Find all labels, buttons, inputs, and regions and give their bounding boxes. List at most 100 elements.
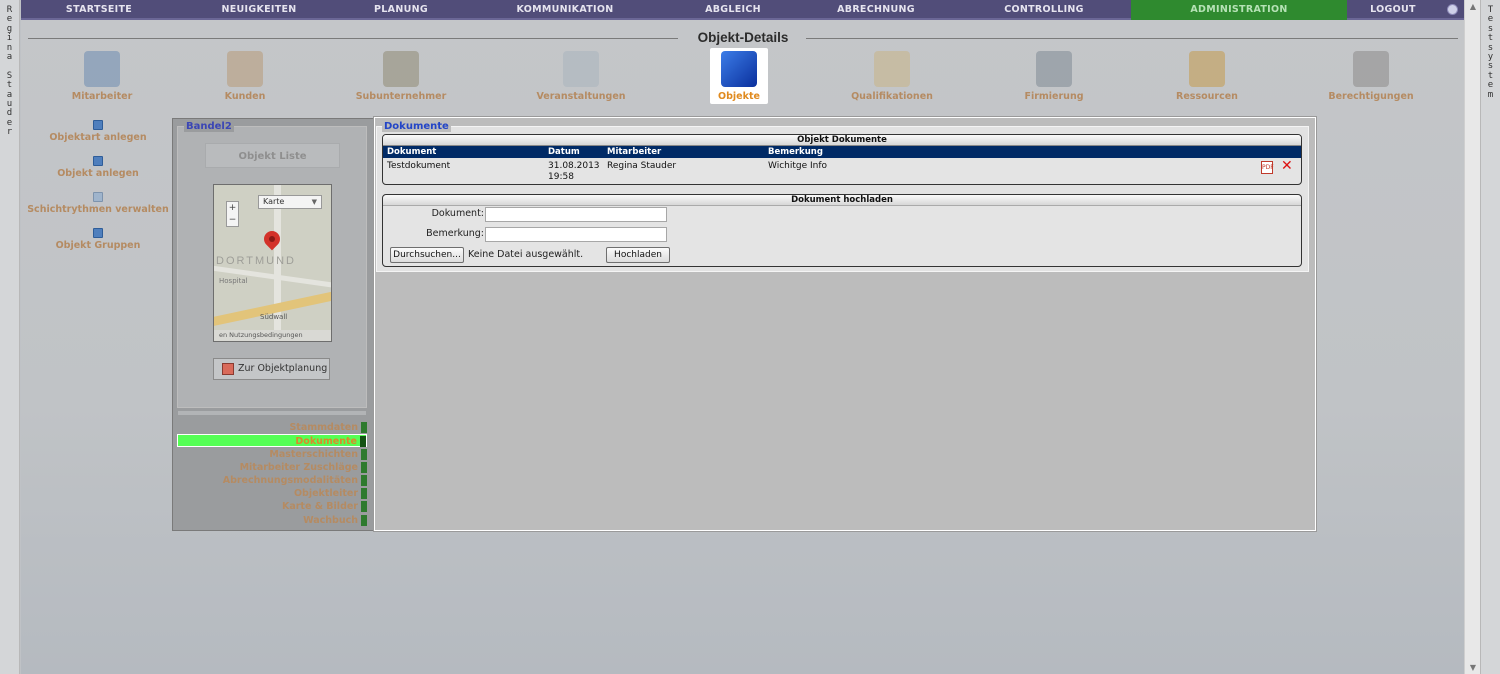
map-hospital-label: Hospital [219, 277, 248, 285]
zoom-in-icon[interactable]: + [227, 202, 238, 214]
title-divider-right [806, 38, 1458, 39]
cell-zeit: 19:58 [548, 172, 574, 182]
remark-field[interactable] [485, 227, 667, 242]
module-qualifikationen[interactable]: Qualifikationen [832, 48, 952, 104]
page-title: Objekt-Details [697, 30, 789, 45]
column-header[interactable]: Bemerkung [768, 146, 823, 158]
module-veranstaltungen[interactable]: Veranstaltungen [521, 48, 641, 104]
module-label: Berechtigungen [1328, 91, 1414, 102]
remark-label: Bemerkung: [426, 228, 484, 239]
menu-label: Objektart anlegen [49, 132, 147, 143]
module-objekte[interactable]: Objekte [710, 48, 768, 104]
tab-mitarbeiter-zuschlaege[interactable]: Mitarbeiter Zuschläge [177, 461, 367, 474]
browse-button[interactable]: Durchsuchen... [390, 247, 464, 263]
module-mitarbeiter[interactable]: Mitarbeiter [42, 48, 162, 104]
vertical-char: m [1487, 89, 1494, 100]
module-label: Qualifikationen [851, 91, 933, 102]
permissions-icon [1353, 51, 1389, 87]
cube-icon [93, 228, 103, 238]
vertical-char: a [6, 51, 13, 62]
boxes-icon [1189, 51, 1225, 87]
column-header[interactable]: Dokument [387, 146, 436, 158]
module-firmierung[interactable]: Firmierung [994, 48, 1114, 104]
tab-abrechnungsmodalitaeten[interactable]: Abrechnungsmodalitäten [177, 474, 367, 487]
panel-separator [177, 410, 367, 416]
object-list-button[interactable]: Objekt Liste [205, 143, 340, 168]
module-berechtigungen[interactable]: Berechtigungen [1311, 48, 1431, 104]
system-name-strip: Testsystem [1480, 0, 1500, 674]
module-label: Kunden [224, 91, 266, 102]
map-zoom-control[interactable]: + − [226, 201, 239, 227]
document-label: Dokument: [431, 208, 484, 219]
top-navigation: STARTSEITE NEUIGKEITEN PLANUNG KOMMUNIKA… [21, 0, 1464, 20]
module-kunden[interactable]: Kunden [185, 48, 305, 104]
documents-table: Objekt Dokumente Dokument Datum Mitarbei… [382, 134, 1302, 185]
scroll-up-arrow-icon[interactable]: ▲ [1465, 2, 1481, 11]
object-planning-label: Zur Objektplanung [238, 363, 328, 374]
nav-abrechnung[interactable]: ABRECHNUNG [797, 0, 955, 20]
module-label: Veranstaltungen [536, 91, 626, 102]
document-field[interactable] [485, 207, 667, 222]
module-subunternehmer[interactable]: Subunternehmer [341, 48, 461, 104]
nav-neuigkeiten[interactable]: NEUIGKEITEN [177, 0, 341, 20]
certificate-icon [874, 51, 910, 87]
cube-icon [93, 192, 103, 202]
menu-objekt-gruppen[interactable]: Objekt Gruppen [24, 228, 172, 251]
map-type-select[interactable]: Karte ▼ [258, 195, 322, 209]
subcontractor-icon [383, 51, 419, 87]
column-header[interactable]: Datum [548, 146, 580, 158]
scroll-down-arrow-icon[interactable]: ▼ [1465, 663, 1481, 672]
menu-schichtrythmen-verwalten[interactable]: Schichtrythmen verwalten [24, 192, 172, 215]
upload-form: Dokument hochladen Dokument: Bemerkung: … [382, 194, 1302, 267]
upload-button[interactable]: Hochladen [606, 247, 670, 263]
module-label: Ressourcen [1176, 91, 1238, 102]
menu-label: Schichtrythmen verwalten [27, 204, 169, 215]
module-ressourcen[interactable]: Ressourcen [1147, 48, 1267, 104]
map-type-value: Karte [263, 197, 285, 206]
pdf-icon[interactable]: PDF [1261, 161, 1274, 174]
cell-mitarbeiter: Regina Stauder [607, 161, 677, 171]
map-terms-link[interactable]: en Nutzungsbedingungen [214, 330, 331, 341]
nav-controlling[interactable]: CONTROLLING [955, 0, 1133, 20]
nav-administration[interactable]: ADMINISTRATION [1131, 0, 1347, 20]
title-divider-left [28, 38, 678, 39]
table-header: Dokument Datum Mitarbeiter Bemerkung [383, 146, 1301, 158]
chevron-down-icon: ▼ [311, 198, 317, 206]
tab-dokumente[interactable]: Dokumente [177, 434, 367, 447]
nav-abgleich[interactable]: ABGLEICH [669, 0, 797, 20]
employees-icon [84, 51, 120, 87]
vertical-char: r [6, 127, 13, 138]
tab-karte-bilder[interactable]: Karte & Bilder [177, 500, 367, 513]
object-map[interactable]: DORTMUND Hospital Südwall + − Karte ▼ en… [213, 184, 332, 342]
tab-objektleiter[interactable]: Objektleiter [177, 487, 367, 500]
delete-icon[interactable]: ✕ [1281, 159, 1293, 173]
globe-icon[interactable] [1447, 4, 1458, 15]
vertical-scrollbar[interactable]: ▲ ▼ [1464, 0, 1480, 674]
nav-planung[interactable]: PLANUNG [341, 0, 461, 20]
object-planning-button[interactable]: Zur Objektplanung [213, 358, 330, 380]
menu-label: Objekt anlegen [57, 168, 139, 179]
nav-logout[interactable]: LOGOUT [1347, 0, 1439, 20]
nav-startseite[interactable]: STARTSEITE [21, 0, 177, 20]
user-name-strip: ReginaStauder [0, 0, 20, 674]
cell-bemerkung: Wichitge Info [768, 161, 828, 171]
cell-dokument: Testdokument [387, 161, 451, 171]
column-header[interactable]: Mitarbeiter [607, 146, 661, 158]
zoom-out-icon[interactable]: − [227, 214, 238, 226]
menu-objektart-anlegen[interactable]: Objektart anlegen [24, 120, 172, 143]
tab-masterschichten[interactable]: Masterschichten [177, 448, 367, 461]
module-label: Mitarbeiter [71, 91, 133, 102]
system-name-vertical: Testsystem [1481, 5, 1500, 100]
user-name-vertical: ReginaStauder [0, 5, 19, 138]
map-street-label: Südwall [260, 313, 288, 321]
no-file-text: Keine Datei ausgewählt. [468, 249, 584, 260]
cube-icon [93, 120, 103, 130]
cube-icon [721, 51, 757, 87]
tab-wachbuch[interactable]: Wachbuch [177, 514, 367, 527]
menu-objekt-anlegen[interactable]: Objekt anlegen [24, 156, 172, 179]
nav-kommunikation[interactable]: KOMMUNIKATION [461, 0, 669, 20]
object-name: Bandel2 [184, 121, 234, 132]
tab-stammdaten[interactable]: Stammdaten [177, 421, 367, 434]
table-row: Testdokument 31.08.2013 19:58 Regina Sta… [383, 158, 1301, 184]
map-city-label: DORTMUND [216, 255, 296, 267]
